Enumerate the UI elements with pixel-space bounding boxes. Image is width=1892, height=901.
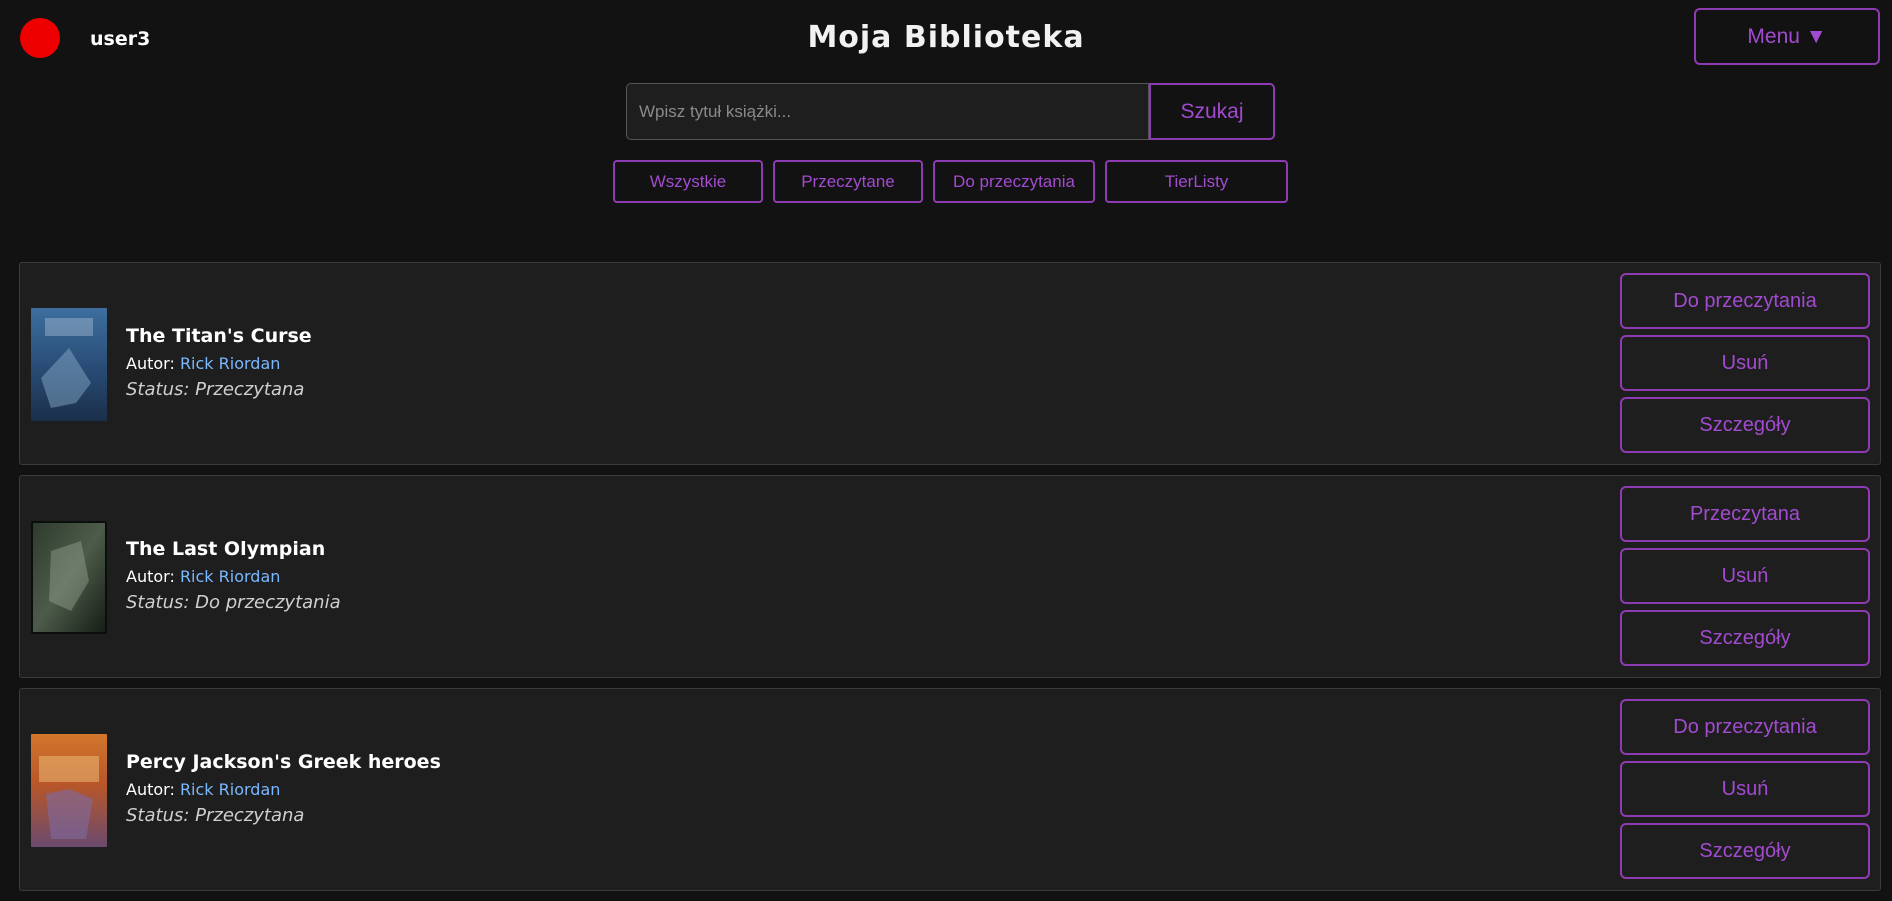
book-card: The Last Olympian Autor: Rick Riordan St… xyxy=(19,475,1881,678)
details-button[interactable]: Szczegóły xyxy=(1620,823,1870,879)
mark-to-read-button[interactable]: Do przeczytania xyxy=(1620,273,1870,329)
book-author: Autor: Rick Riordan xyxy=(126,567,341,586)
filter-to-read-button[interactable]: Do przeczytania xyxy=(933,160,1095,203)
book-actions: Do przeczytania Usuń Szczegóły xyxy=(1620,273,1870,459)
book-actions: Do przeczytania Usuń Szczegóły xyxy=(1620,699,1870,885)
book-cover-image xyxy=(31,308,107,421)
menu-button[interactable]: Menu ▼ xyxy=(1694,8,1880,65)
delete-button[interactable]: Usuń xyxy=(1620,335,1870,391)
author-prefix: Autor: xyxy=(126,567,175,586)
book-title: Percy Jackson's Greek heroes xyxy=(126,751,441,773)
book-list: The Titan's Curse Autor: Rick Riordan St… xyxy=(19,262,1881,901)
book-author: Autor: Rick Riordan xyxy=(126,780,441,799)
mark-read-button[interactable]: Przeczytana xyxy=(1620,486,1870,542)
book-cover-image xyxy=(31,521,107,634)
search-button[interactable]: Szukaj xyxy=(1149,83,1275,140)
mark-to-read-button[interactable]: Do przeczytania xyxy=(1620,699,1870,755)
book-info: The Last Olympian Autor: Rick Riordan St… xyxy=(126,538,341,613)
book-info: The Titan's Curse Autor: Rick Riordan St… xyxy=(126,325,312,400)
search-bar: Szukaj xyxy=(626,83,1275,140)
book-status: Status: Do przeczytania xyxy=(126,592,341,613)
filter-read-button[interactable]: Przeczytane xyxy=(773,160,923,203)
book-title: The Titan's Curse xyxy=(126,325,312,347)
author-prefix: Autor: xyxy=(126,354,175,373)
book-actions: Przeczytana Usuń Szczegóły xyxy=(1620,486,1870,672)
delete-button[interactable]: Usuń xyxy=(1620,761,1870,817)
delete-button[interactable]: Usuń xyxy=(1620,548,1870,604)
details-button[interactable]: Szczegóły xyxy=(1620,397,1870,453)
details-button[interactable]: Szczegóły xyxy=(1620,610,1870,666)
page-title: Moja Biblioteka xyxy=(807,20,1085,55)
author-link[interactable]: Rick Riordan xyxy=(180,780,280,799)
author-prefix: Autor: xyxy=(126,780,175,799)
book-card: The Titan's Curse Autor: Rick Riordan St… xyxy=(19,262,1881,465)
author-link[interactable]: Rick Riordan xyxy=(180,567,280,586)
author-link[interactable]: Rick Riordan xyxy=(180,354,280,373)
book-status: Status: Przeczytana xyxy=(126,379,305,400)
book-card: Percy Jackson's Greek heroes Autor: Rick… xyxy=(19,688,1881,891)
header: user3 Moja Biblioteka Menu ▼ xyxy=(0,0,1892,80)
book-info: Percy Jackson's Greek heroes Autor: Rick… xyxy=(126,751,441,826)
filter-all-button[interactable]: Wszystkie xyxy=(613,160,763,203)
book-author: Autor: Rick Riordan xyxy=(126,354,312,373)
book-cover-image xyxy=(31,734,107,847)
search-input[interactable] xyxy=(626,83,1149,140)
filter-tierlists-button[interactable]: TierListy xyxy=(1105,160,1288,203)
book-title: The Last Olympian xyxy=(126,538,326,560)
book-status: Status: Przeczytana xyxy=(126,805,305,826)
